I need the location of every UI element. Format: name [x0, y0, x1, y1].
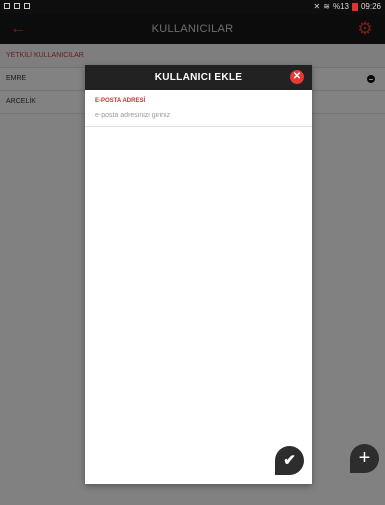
dialog-title: KULLANICI EKLE [154, 72, 243, 83]
confirm-button[interactable]: ✔ [275, 446, 304, 475]
wifi-icon: ≋ [323, 2, 330, 11]
dialog-header: KULLANICI EKLE ✕ [85, 65, 312, 90]
status-bar: ✕ ≋ %13 09:26 [0, 0, 385, 14]
flag-icon [24, 3, 30, 9]
email-field: E-POSTA ADRESİ [85, 96, 312, 127]
check-icon: ✔ [283, 452, 296, 469]
battery-icon [351, 2, 358, 11]
add-user-dialog: KULLANICI EKLE ✕ E-POSTA ADRESİ ✔ [85, 65, 312, 484]
status-right: ✕ ≋ %13 09:26 [314, 2, 381, 11]
email-input[interactable] [95, 109, 295, 122]
clock: 09:26 [360, 2, 381, 11]
image-icon [4, 3, 10, 9]
battery-percent: %13 [332, 2, 349, 11]
add-user-button[interactable]: + [350, 444, 379, 473]
close-icon[interactable]: ✕ [290, 70, 304, 84]
email-label: E-POSTA ADRESİ [95, 98, 146, 104]
status-left-icons [4, 3, 30, 9]
download-icon [14, 3, 20, 9]
mute-icon: ✕ [313, 2, 321, 11]
plus-icon: + [358, 447, 371, 469]
